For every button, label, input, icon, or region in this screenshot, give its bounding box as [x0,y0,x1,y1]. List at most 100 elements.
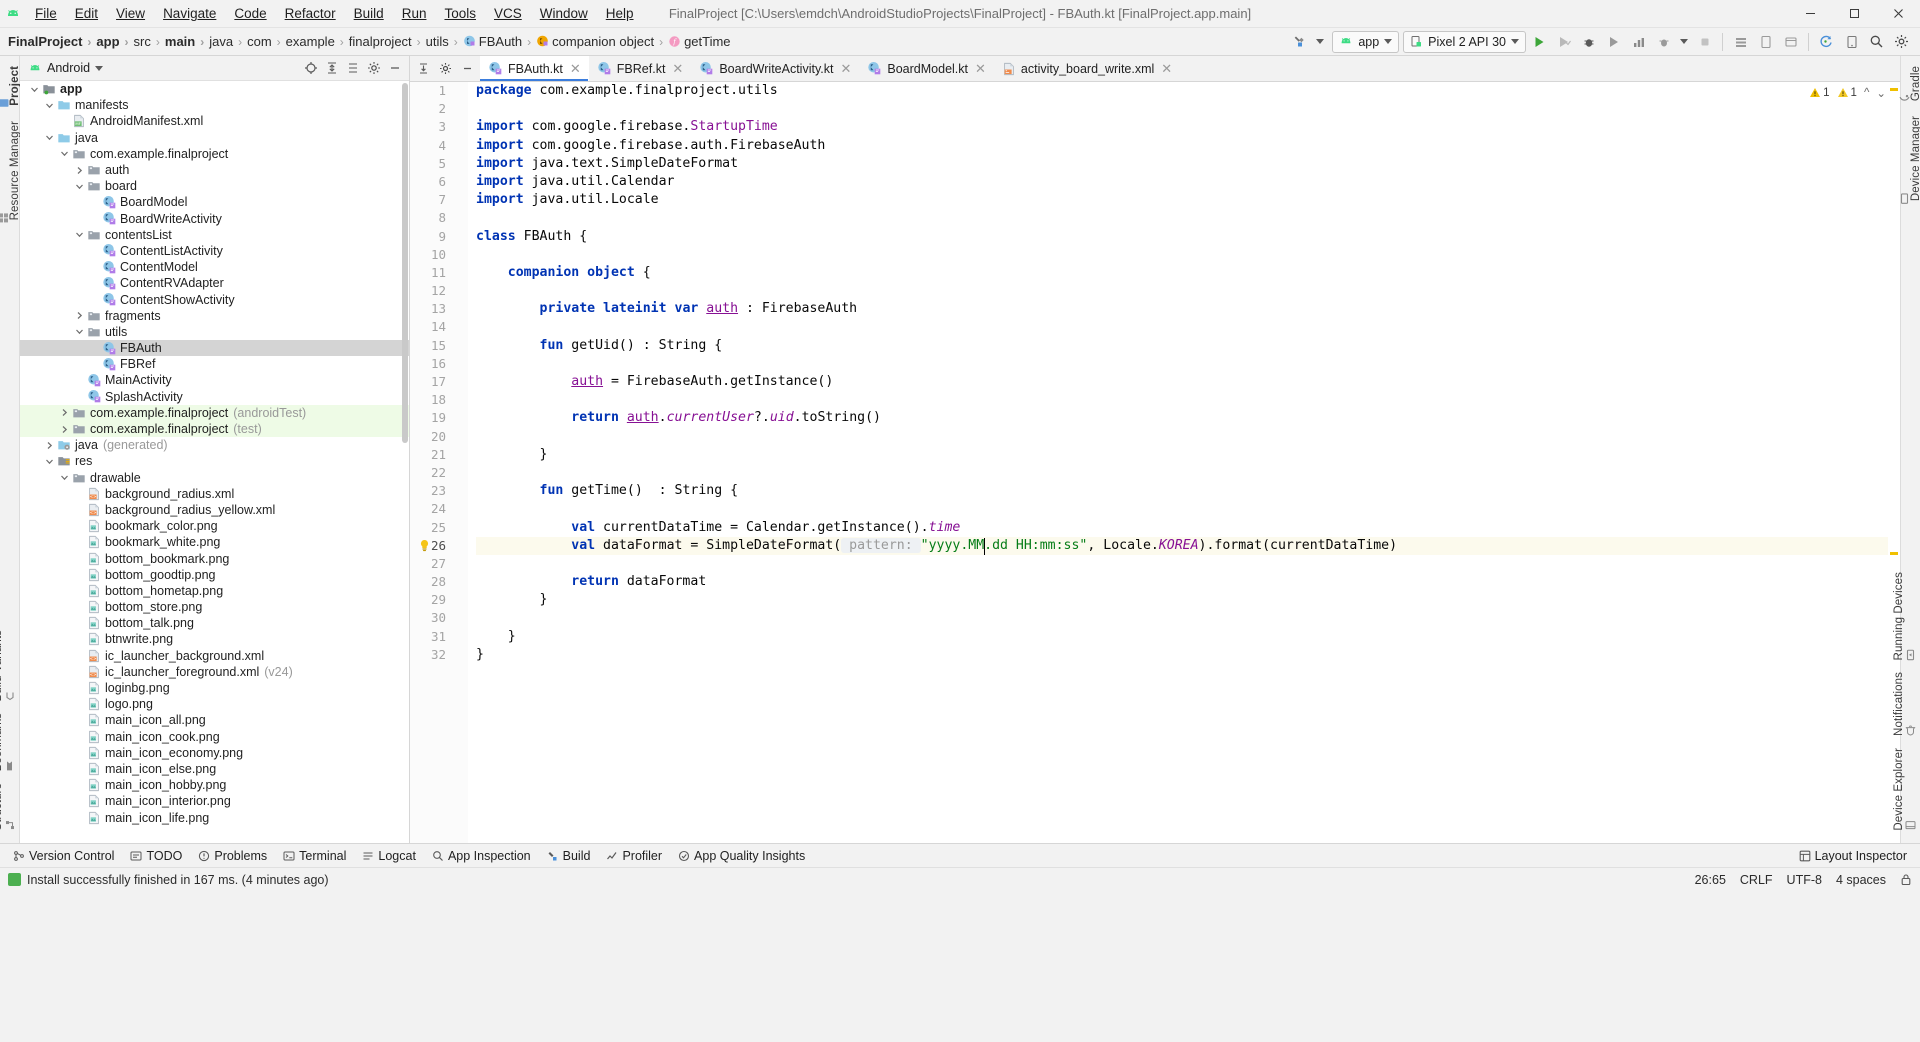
code-line[interactable] [476,282,1900,300]
line-number[interactable]: 27 [410,555,468,573]
tree-item[interactable]: com.example.finalproject [20,146,409,162]
tree-item[interactable]: FBRef [20,356,409,372]
caret-position[interactable]: 26:65 [1695,873,1726,887]
editor-tab[interactable]: FBRef.kt ✕ [589,56,692,81]
window-controls[interactable] [1788,0,1920,28]
editor-tab[interactable]: BoardWriteActivity.kt ✕ [691,56,859,81]
tree-item[interactable]: utils [20,324,409,340]
menu-view[interactable]: View [107,3,154,24]
tool-window-gradle[interactable]: Gradle [1899,60,1920,110]
menu-vcs[interactable]: VCS [485,3,531,24]
code-line[interactable] [476,318,1900,336]
tool-window-bar-bottom[interactable]: Version Control TODO Problems Terminal L… [0,843,1920,867]
profile-button[interactable] [1626,30,1651,54]
line-number[interactable]: 29 [410,591,468,609]
project-tree[interactable]: app manifests MF AndroidManifest.xml java com… [20,81,409,843]
tree-item[interactable]: bookmark_color.png [20,518,409,534]
expand-all-icon[interactable] [322,58,342,78]
breadcrumb-item-finalproject-pkg[interactable]: finalproject › [349,34,426,49]
tree-item[interactable]: ContentShowActivity [20,291,409,307]
inspection-widget[interactable]: 1 1 ^ ⌄ [1809,86,1886,100]
code-line[interactable]: return auth.currentUser?.uid.toString() [476,409,1900,427]
tree-item[interactable]: BoardWriteActivity [20,211,409,227]
code-line[interactable]: } [476,446,1900,464]
breadcrumb-item-fbauth[interactable]: FBAuth › [463,34,536,49]
code-text[interactable]: package com.example.finalproject.utils i… [468,82,1900,843]
breadcrumb-item-gettime[interactable]: f getTime [668,34,731,49]
tree-expand-toggle[interactable] [73,230,86,239]
weak-warning-count[interactable]: 1 [1837,87,1857,99]
menu-refactor[interactable]: Refactor [276,3,345,24]
tree-item[interactable]: bookmark_white.png [20,534,409,550]
tool-window-resource-manager[interactable]: Resource Manager [0,115,21,229]
tool-window-running-devices[interactable]: Running Devices [1893,566,1920,666]
line-number[interactable]: 21 [410,446,468,464]
tree-item[interactable]: fragments [20,308,409,324]
bottom-tab-logcat[interactable]: Logcat [355,847,423,865]
breadcrumb-item-java[interactable]: java › [209,34,247,49]
bottom-tab-build[interactable]: Build [540,847,598,865]
breadcrumb-item-com[interactable]: com › [247,34,286,49]
tree-expand-toggle[interactable] [73,182,86,191]
bottom-tab-profiler[interactable]: Profiler [599,847,669,865]
code-line[interactable]: companion object { [476,264,1900,282]
apply-changes-button[interactable] [1551,30,1576,54]
breadcrumb-item-main[interactable]: main › [165,34,209,49]
module-selector[interactable]: app [1332,30,1400,53]
line-number[interactable]: 3 [410,118,468,136]
right-tool-strip[interactable]: Gradle Device Manager Running Devices No… [1893,56,1920,843]
editor-tab[interactable]: FBAuth.kt ✕ [480,56,589,81]
attach-debugger-button[interactable] [1651,30,1676,54]
line-number[interactable]: 23 [410,482,468,500]
warning-marker[interactable] [1890,88,1898,91]
code-line[interactable]: import java.text.SimpleDateFormat [476,155,1900,173]
tree-item[interactable]: auth [20,162,409,178]
code-line[interactable] [476,609,1900,627]
code-line[interactable]: return dataFormat [476,573,1900,591]
tree-item[interactable]: main_icon_all.png [20,712,409,728]
line-number[interactable]: 28 [410,573,468,591]
tree-item[interactable]: app [20,81,409,97]
code-line[interactable]: private lateinit var auth : FirebaseAuth [476,300,1900,318]
sdk-manager-button[interactable] [1728,30,1753,54]
tree-expand-toggle[interactable] [43,457,56,466]
menu-code[interactable]: Code [225,3,275,24]
code-line[interactable]: val dataFormat = SimpleDateFormat( patte… [476,536,1900,555]
device-file-explorer-button[interactable] [1778,30,1803,54]
lock-icon[interactable] [1900,873,1912,886]
tree-item[interactable]: MF AndroidManifest.xml [20,113,409,129]
menu-help[interactable]: Help [597,3,643,24]
gear-icon[interactable] [1889,30,1914,54]
menu-bar[interactable]: File Edit View Navigate Code Refactor Bu… [26,3,643,24]
scrollbar-thumb[interactable] [402,83,408,443]
tree-item[interactable]: SplashActivity [20,389,409,405]
bottom-tab-todo[interactable]: TODO [123,847,189,865]
bottom-tab-version-control[interactable]: Version Control [6,847,121,865]
line-number[interactable]: 11 [410,264,468,282]
project-panel-actions[interactable] [301,58,405,78]
more-run-options-arrow[interactable] [1676,30,1692,54]
debug-button[interactable] [1576,30,1601,54]
collapse-all-icon[interactable] [343,58,363,78]
code-line[interactable]: val currentDataTime = Calendar.getInstan… [476,519,1900,537]
tree-item[interactable]: bottom_store.png [20,599,409,615]
status-bar-right[interactable]: 26:65 CRLF UTF-8 4 spaces [1695,873,1912,887]
line-number[interactable]: 10 [410,246,468,264]
line-number[interactable]: 9 [410,228,468,246]
line-number[interactable]: 2 [410,100,468,118]
tool-window-device-explorer[interactable]: Device Explorer [1893,742,1920,837]
intention-bulb-icon[interactable] [418,539,431,552]
breadcrumb-item-utils[interactable]: utils › [426,34,463,49]
line-number[interactable]: 22 [410,464,468,482]
line-number[interactable]: 16 [410,355,468,373]
hide-icon[interactable] [456,58,478,80]
code-line[interactable] [476,100,1900,118]
project-view-selector[interactable]: Android [24,61,104,75]
scroll-from-source-icon[interactable] [412,58,434,80]
project-tree-scrollbar[interactable] [401,81,409,843]
menu-window[interactable]: Window [531,3,597,24]
code-line[interactable]: class FBAuth { [476,228,1900,246]
run-button[interactable] [1526,30,1551,54]
tree-expand-toggle[interactable] [58,425,71,434]
tree-expand-toggle[interactable] [58,408,71,417]
